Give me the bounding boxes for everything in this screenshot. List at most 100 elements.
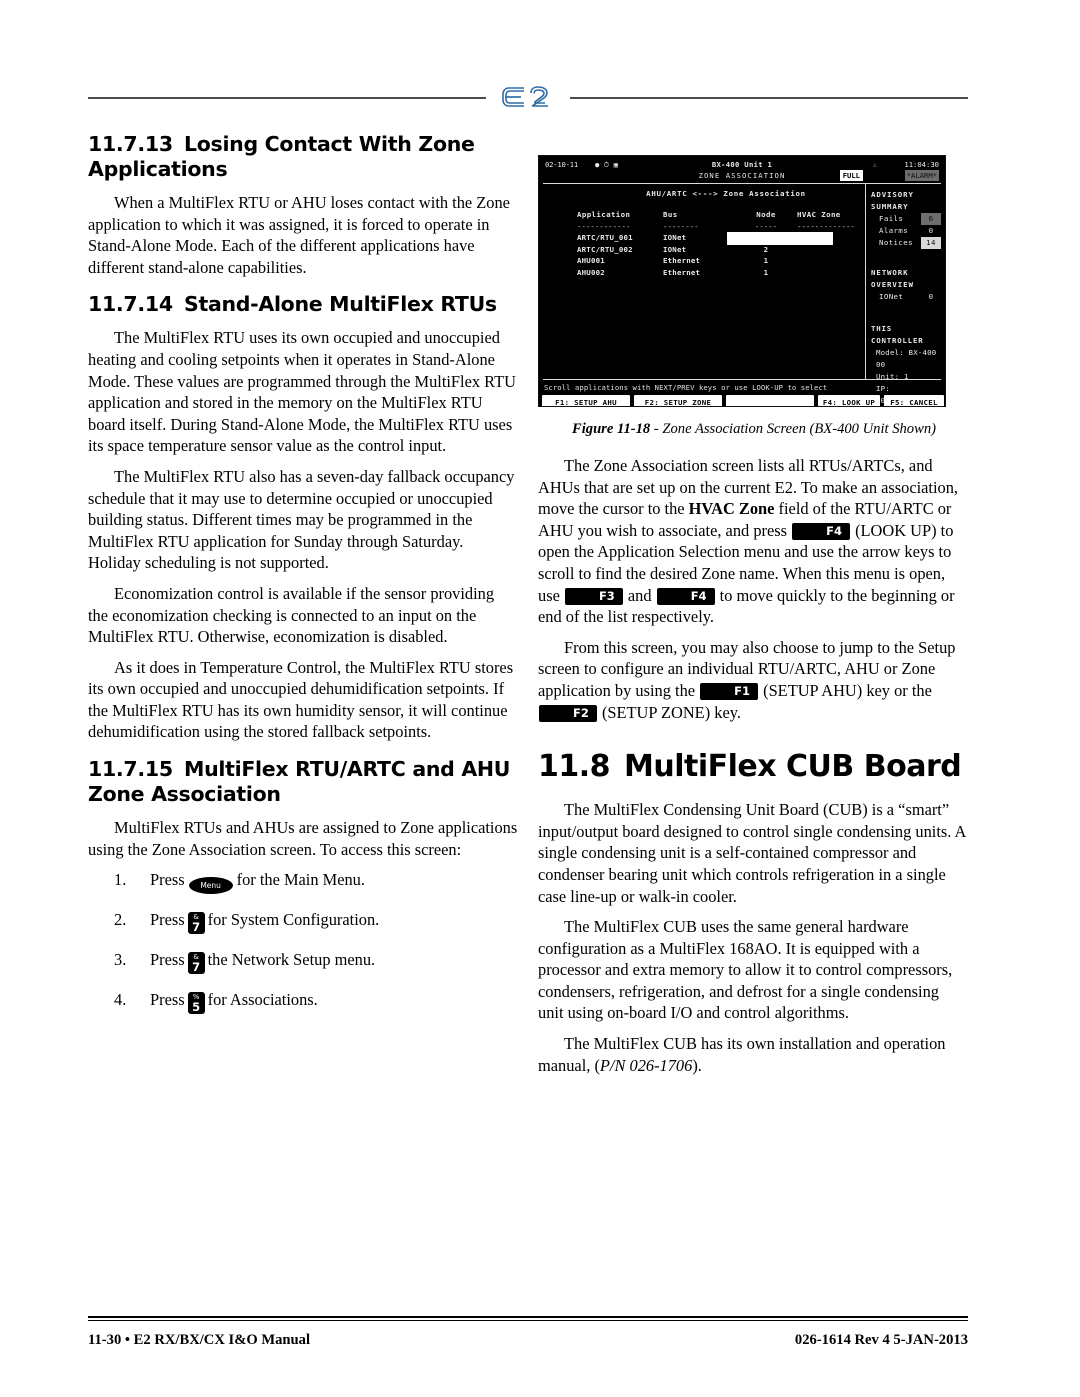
cell-node: 1 — [763, 256, 769, 265]
advisory-summary-panel: ADVISORY SUMMARY Fails 6 Alarms 0 Notice… — [871, 189, 943, 249]
step-number: 3. — [114, 950, 127, 970]
advisory-value: 6 — [921, 213, 941, 225]
cell-application: AHU001 — [577, 256, 605, 265]
footer-rule-thick — [88, 1316, 968, 1318]
table-row[interactable]: AHU002 Ethernet 1 — [577, 267, 907, 279]
controller-model: Model: BX-400 00 — [876, 348, 937, 369]
column-header-node: Node — [756, 210, 776, 219]
column-header-application: Application — [577, 210, 631, 219]
network-label: IONet — [879, 292, 904, 301]
paragraph-fallback-schedule: The MultiFlex RTU also has a seven-day f… — [88, 466, 515, 573]
step-text-pre: Press — [150, 950, 185, 970]
left-column: 11.7.13 Losing Contact With Zone Applicat… — [88, 118, 518, 1029]
terminal-screen-title: ZONE ASSOCIATION — [698, 171, 786, 180]
paragraph-zone-association-intro: MultiFlex RTUs and AHUs are assigned to … — [88, 818, 518, 859]
paragraph-setpoints: The MultiFlex RTU uses its own occupied … — [88, 328, 516, 456]
heading-number: 11.7.15 — [88, 757, 173, 782]
cell-bus: Ethernet — [663, 267, 701, 277]
paragraph-cub-manual: The MultiFlex CUB has its own installati… — [538, 1033, 968, 1076]
terminal-time: 11:04:30 — [904, 160, 939, 169]
step-text-post: for System Configuration. — [207, 910, 380, 930]
fkey-f1-setup-ahu[interactable]: F1: SETUP AHU — [542, 395, 630, 406]
paragraph-cub-hardware: The MultiFlex CUB uses the same general … — [538, 917, 953, 1023]
network-row-ionet: IONet 0 — [871, 291, 943, 303]
heading-number: 11.7.13 — [88, 132, 173, 156]
advisory-summary-title: ADVISORY SUMMARY — [871, 190, 914, 211]
rule-application: ------------ — [577, 221, 631, 231]
step-text-pre: Press — [150, 990, 185, 1010]
heading-11-7-13: 11.7.13 Losing Contact With Zone Applicat… — [88, 132, 518, 182]
step-text-pre: Press — [150, 870, 185, 890]
cell-application: ARTC/RTU_002 — [577, 244, 633, 254]
rule-bus: -------- — [663, 221, 699, 231]
fkey-f2-setup-zone[interactable]: F2: SETUP ZONE — [634, 395, 722, 406]
paragraph-cub-intro: The MultiFlex Condensing Unit Board (CUB… — [538, 800, 966, 906]
paragraph-economization: Economization control is available if th… — [88, 583, 495, 647]
list-item: 4. Press% 5 for Associations. — [88, 989, 518, 1015]
f4-key-icon: F4 — [656, 587, 715, 605]
list-item: 1. Press Menu for the Main Menu. — [88, 869, 518, 895]
heading-11-7-15: 11.7.15 MultiFlex RTU/ARTC and AHU Zone A… — [88, 757, 518, 807]
controller-unit: Unit: 1 — [876, 372, 909, 381]
heading-title: Stand-Alone MultiFlex RTUs — [184, 292, 497, 317]
advisory-value: 14 — [921, 237, 941, 249]
network-overview-panel: NETWORK OVERVIEW IONet 0 — [871, 267, 943, 303]
fkey-f4-look-up[interactable]: F4: LOOK UP — [818, 395, 880, 406]
heading-title: MultiFlex CUB Board — [624, 749, 962, 785]
heading-number: 11.7.14 — [88, 292, 173, 317]
cell-bus: IONet — [663, 244, 687, 254]
text-run: (SETUP AHU) key or the — [759, 680, 932, 700]
numeric-key-icon: % 5 — [187, 992, 205, 1015]
advisory-row-alarms: Alarms 0 — [871, 225, 943, 237]
f2-key-icon: F2 — [539, 704, 597, 722]
key-digit: 5 — [192, 1000, 201, 1015]
paragraph-losing-contact: When a MultiFlex RTU or AHU loses contac… — [88, 193, 510, 277]
text-run: ). — [692, 1055, 702, 1075]
table-header-row: Application Bus Node HVAC Zone — [577, 209, 907, 221]
paragraph-zone-association-usage: The Zone Association screen lists all RT… — [538, 455, 968, 628]
f1-key-icon: F1 — [700, 682, 759, 700]
step-text-post: the Network Setup menu. — [207, 950, 376, 970]
access-steps-list: 1. Press Menu for the Main Menu. 2. Press & 7 f… — [88, 869, 518, 1015]
advisory-row-notices: Notices 14 — [871, 237, 943, 249]
cell-node: 1 — [763, 267, 769, 277]
paragraph-setup-jump: From this screen, you may also choose to… — [538, 637, 968, 723]
heading-number: 11.8 — [538, 749, 611, 785]
function-key-bar: F1: SETUP AHU F2: SETUP ZONE F4: LOOK UP… — [542, 395, 944, 406]
f3-key-icon: F3 — [564, 587, 623, 605]
fkey-f3-blank[interactable] — [726, 395, 814, 406]
key-digit: 7 — [192, 920, 201, 935]
step-text-pre: Press — [150, 910, 185, 930]
step-text-post: for the Main Menu. — [236, 870, 365, 890]
list-item: 2. Press & 7 for System Configuration. — [88, 909, 518, 935]
table-row[interactable]: AHU001 Ethernet 1 — [577, 255, 907, 267]
f4-key-icon: F4 — [792, 522, 850, 540]
advisory-label: Notices — [879, 238, 913, 247]
zone-association-terminal-screenshot: 02-10-11 ● ⏱ ▣ BX-400 Unit 1 ZONE ASSOCI… — [538, 155, 946, 407]
part-number: P/N 026-1706 — [599, 1055, 693, 1075]
terminal-status-line: Scroll applications with NEXT/PREV keys … — [544, 383, 828, 392]
document-page: 11.7.13 Losing Contact With Zone Applicat… — [0, 0, 1080, 1397]
cell-bus: IONet — [663, 233, 687, 242]
alarm-badge: *ALARM* — [904, 170, 939, 181]
table-row[interactable]: ARTC/RTU_002 IONet 2 — [577, 244, 907, 256]
fkey-f5-cancel[interactable]: F5: CANCEL — [884, 395, 944, 406]
page-header — [88, 78, 968, 118]
footer-rule-thin — [88, 1320, 968, 1321]
hvac-zone-input[interactable] — [727, 232, 833, 245]
figure-caption-text: - Zone Association Screen (BX-400 Unit S… — [650, 421, 936, 437]
terminal-divider-top — [543, 183, 941, 184]
rule-node: ----- — [754, 221, 778, 231]
cell-node: 2 — [763, 244, 769, 254]
network-value: 0 — [928, 292, 934, 301]
panel-heading: AHU/ARTC <---> Zone Association — [646, 189, 806, 198]
menu-key-icon: Menu — [188, 877, 233, 895]
e2-logo — [486, 78, 570, 116]
figure-caption: Figure 11-18 - Zone Association Screen (… — [534, 420, 974, 438]
heading-11-7-14: 11.7.14 Stand-Alone MultiFlex RTUs — [88, 292, 518, 317]
step-number: 1. — [114, 870, 127, 890]
table-rule-row: ------------ -------- ----- ------------- — [577, 221, 907, 233]
advisory-label: Alarms — [879, 226, 909, 235]
terminal-top-status-bar: 02-10-11 ● ⏱ ▣ BX-400 Unit 1 ZONE ASSOCI… — [543, 159, 941, 183]
network-overview-title: NETWORK OVERVIEW — [871, 268, 914, 289]
